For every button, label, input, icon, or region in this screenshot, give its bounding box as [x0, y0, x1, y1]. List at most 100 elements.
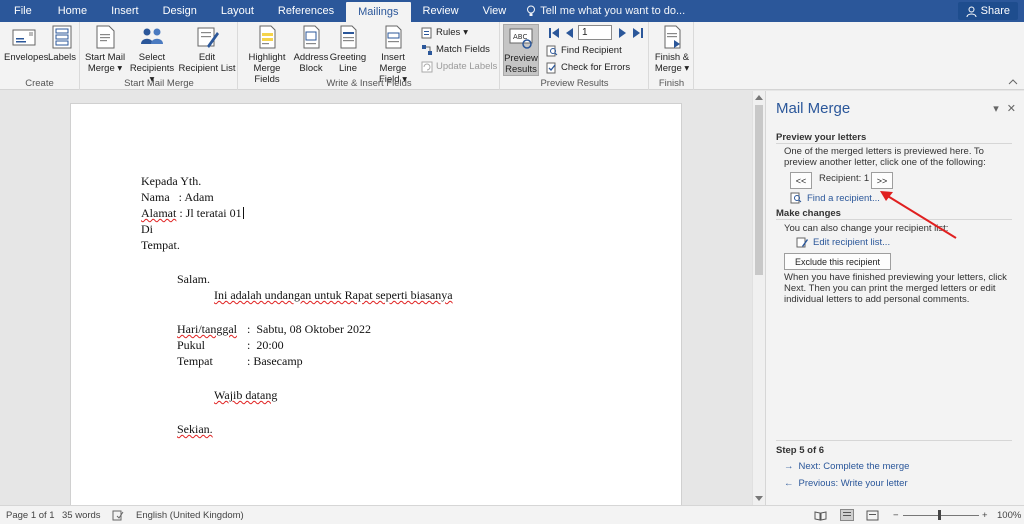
rules-button[interactable]: Rules ▾: [421, 24, 468, 41]
word-count[interactable]: 35 words: [62, 510, 101, 521]
address-block-button[interactable]: Address Block: [293, 24, 329, 74]
tab-mailings[interactable]: Mailings: [346, 2, 411, 22]
zoom-out-button[interactable]: −: [893, 510, 899, 521]
print-layout-icon[interactable]: [840, 509, 854, 521]
check-errors-icon: [546, 62, 556, 73]
arrow-right-icon: →: [784, 461, 794, 472]
labels-icon: [52, 25, 72, 49]
step-indicator: Step 5 of 6: [776, 445, 825, 456]
previous-step-link[interactable]: ← Previous: Write your letter: [784, 478, 908, 489]
group-label-preview-results: Preview Results: [540, 78, 609, 89]
make-changes-heading: Make changes: [776, 208, 841, 219]
envelopes-button[interactable]: Envelopes: [4, 24, 48, 63]
find-icon: [546, 45, 558, 56]
document-page[interactable]: Kepada Yth. Nama : Adam Alamat : Jl tera…: [70, 103, 682, 505]
doc-line-di: Di: [141, 222, 153, 236]
match-fields-icon: [422, 44, 432, 55]
next-step-link[interactable]: → Next: Complete the merge: [784, 461, 909, 472]
doc-line-sekian: Sekian.: [177, 422, 213, 436]
doc-tempat-label: Tempat: [177, 354, 213, 368]
doc-alamat-label: Alamat: [141, 206, 177, 220]
zoom-slider-thumb[interactable]: [938, 510, 941, 520]
update-labels-icon: [421, 61, 433, 72]
previous-record-icon[interactable]: [563, 26, 575, 40]
match-fields-button[interactable]: Match Fields: [421, 41, 490, 58]
previous-recipient-button[interactable]: <<: [790, 172, 812, 189]
close-icon[interactable]: ✕: [1007, 102, 1016, 115]
tab-layout[interactable]: Layout: [209, 0, 266, 22]
group-preview-results: ABC Preview Results 1 Find Recipient Che…: [501, 22, 649, 90]
page-count[interactable]: Page 1 of 1: [6, 510, 55, 521]
exclude-recipient-button[interactable]: Exclude this recipient: [784, 253, 891, 270]
zoom-in-button[interactable]: +: [982, 510, 988, 521]
tell-me-box[interactable]: Tell me what you want to do...: [518, 0, 685, 22]
document-merge-icon: [96, 25, 115, 49]
doc-hari-value: : Sabtu, 08 Oktober 2022: [247, 322, 371, 336]
pane-title: Mail Merge: [776, 100, 851, 117]
zoom-level[interactable]: 100%: [997, 510, 1021, 521]
pane-options-icon[interactable]: ▾: [993, 102, 999, 115]
group-label-start-mail-merge: Start Mail Merge: [124, 78, 194, 89]
read-mode-icon[interactable]: [814, 510, 827, 521]
vertical-scrollbar[interactable]: [752, 91, 765, 505]
edit-list-icon: [796, 237, 808, 248]
ribbon-tab-bar: File Home Insert Design Layout Reference…: [0, 0, 1024, 22]
preview-letters-heading: Preview your letters: [776, 132, 867, 143]
record-number-input[interactable]: 1: [578, 25, 612, 40]
status-bar: Page 1 of 1 35 words English (United Kin…: [0, 505, 1024, 524]
tab-design[interactable]: Design: [151, 0, 209, 22]
tab-home[interactable]: Home: [46, 0, 99, 22]
doc-line-alamat: Alamat : Jl teratai 01: [141, 206, 244, 221]
collapse-ribbon-icon[interactable]: [1008, 79, 1018, 85]
update-labels-button[interactable]: Update Labels: [421, 58, 497, 75]
preview-description: One of the merged letters is previewed h…: [784, 146, 986, 168]
share-button[interactable]: Share: [957, 2, 1018, 20]
check-for-errors-button[interactable]: Check for Errors: [546, 59, 630, 76]
proofing-icon[interactable]: [112, 510, 124, 521]
labels-button[interactable]: Labels: [46, 24, 78, 63]
highlight-merge-fields-button[interactable]: Highlight Merge Fields: [241, 24, 293, 85]
last-record-icon[interactable]: [632, 26, 644, 40]
web-layout-icon[interactable]: [866, 510, 879, 521]
insert-merge-field-button[interactable]: Insert Merge Field ▾: [367, 24, 419, 85]
insert-field-icon: [385, 25, 402, 49]
annotation-arrow: [880, 191, 957, 239]
group-write-insert-fields: Highlight Merge Fields Address Block Gre…: [239, 22, 500, 90]
zoom-slider[interactable]: [903, 515, 979, 516]
tab-review[interactable]: Review: [411, 0, 471, 22]
next-record-icon[interactable]: [617, 26, 629, 40]
group-start-mail-merge: Start Mail Merge ▾ Select Recipients ▾ E…: [81, 22, 238, 90]
greeting-line-button[interactable]: Greeting Line: [329, 24, 367, 74]
select-recipients-button[interactable]: Select Recipients ▾: [127, 24, 177, 85]
scroll-thumb[interactable]: [755, 105, 763, 275]
recipients-icon: [141, 28, 163, 44]
scroll-up-icon[interactable]: [755, 94, 763, 100]
tab-references[interactable]: References: [266, 0, 346, 22]
group-label-finish: Finish: [658, 78, 685, 89]
preview-results-button[interactable]: ABC Preview Results: [503, 24, 539, 76]
address-block-icon: [303, 25, 320, 49]
scroll-down-icon[interactable]: [755, 496, 763, 502]
doc-line-wajib: Wajib datang: [214, 388, 278, 402]
text-cursor: [242, 207, 244, 219]
first-record-icon[interactable]: [548, 26, 560, 40]
language-indicator[interactable]: English (United Kingdom): [136, 510, 244, 521]
group-create: Envelopes Labels Create: [0, 22, 80, 90]
mail-merge-pane: Mail Merge ▾ ✕ Preview your letters One …: [765, 91, 1024, 505]
edit-recipient-list-button[interactable]: Edit Recipient List: [177, 24, 237, 74]
find-recipient-button[interactable]: Find Recipient: [546, 42, 622, 59]
find-recipient-icon: [790, 192, 802, 204]
tab-file[interactable]: File: [0, 0, 46, 22]
finish-merge-button[interactable]: Finish & Merge ▾: [652, 24, 692, 74]
tab-view[interactable]: View: [471, 0, 519, 22]
doc-hari-label: Hari/tanggal: [177, 322, 237, 336]
group-finish: Finish & Merge ▾ Finish: [650, 22, 694, 90]
doc-line-tempat: Tempat.: [141, 238, 180, 252]
ribbon: Envelopes Labels Create Start Mail Merge…: [0, 22, 1024, 90]
dropdown-arrow-icon: ▾: [117, 63, 123, 74]
tab-insert[interactable]: Insert: [99, 0, 151, 22]
document-area: Kepada Yth. Nama : Adam Alamat : Jl tera…: [0, 91, 752, 505]
start-mail-merge-button[interactable]: Start Mail Merge ▾: [83, 24, 127, 74]
edit-list-icon: [197, 27, 219, 48]
find-recipient-link[interactable]: Find a recipient...: [790, 192, 880, 204]
